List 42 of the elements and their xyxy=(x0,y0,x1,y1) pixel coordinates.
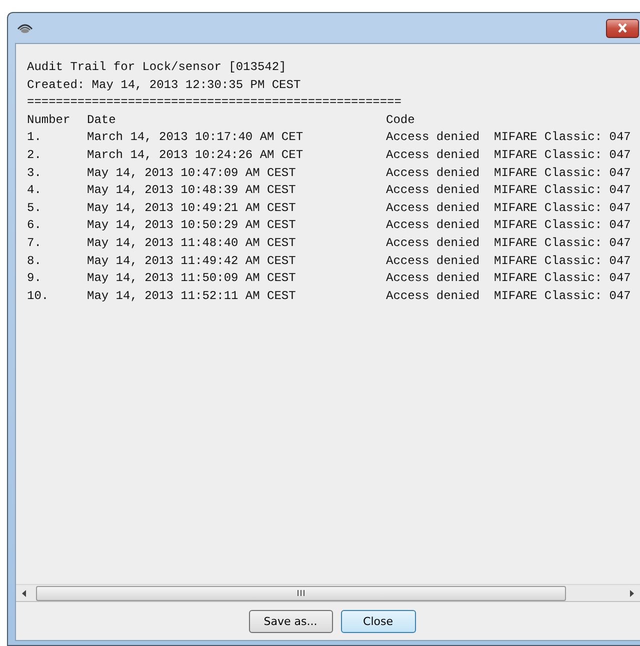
row-number: 10. xyxy=(27,288,50,305)
row-number: 6. xyxy=(27,217,42,234)
separator-line: ==================================================== xyxy=(27,94,402,112)
row-number: 5. xyxy=(27,200,42,217)
close-dialog-button[interactable]: Close xyxy=(340,610,416,632)
row-date: May 14, 2013 11:50:09 AM CEST xyxy=(87,270,297,288)
row-date: May 14, 2013 10:50:29 AM CEST xyxy=(87,217,297,234)
row-number: 7. xyxy=(27,234,42,252)
horizontal-scrollbar[interactable] xyxy=(16,584,640,602)
row-date: May 14, 2013 11:48:40 AM CEST xyxy=(87,234,297,252)
row-date: May 14, 2013 11:49:42 AM CEST xyxy=(87,252,297,270)
column-header: Date xyxy=(87,112,117,129)
column-header: Number xyxy=(27,112,72,129)
row-number: 3. xyxy=(27,164,42,182)
row-number: 4. xyxy=(27,182,42,200)
row-code: Access denied MIFARE Classic: 047 xyxy=(386,252,631,270)
row-code: Access denied MIFARE Classic: 047 xyxy=(386,200,631,217)
scrollbar-thumb[interactable] xyxy=(36,586,566,600)
row-code: Access denied MIFARE Classic: 047 xyxy=(386,129,631,146)
save-as-button[interactable]: Save as... xyxy=(248,610,332,632)
row-number: 1. xyxy=(27,129,42,146)
row-number: 9. xyxy=(27,270,42,288)
row-code: Access denied MIFARE Classic: 047 xyxy=(386,270,631,288)
row-date: May 14, 2013 10:49:21 AM CEST xyxy=(87,200,297,217)
row-date: March 14, 2013 10:24:26 AM CET xyxy=(87,146,304,164)
close-button[interactable] xyxy=(606,18,639,38)
close-icon[interactable] xyxy=(617,23,628,33)
row-code: Access denied MIFARE Classic: 047 xyxy=(386,234,631,252)
column-header: Code xyxy=(386,112,415,129)
row-number: 2. xyxy=(27,146,42,164)
report-title: Audit Trail for Lock/sensor [013542] xyxy=(27,59,288,76)
row-date: May 14, 2013 10:48:39 AM CEST xyxy=(87,182,297,200)
row-date: March 14, 2013 10:17:40 AM CET xyxy=(87,129,304,146)
row-number: 8. xyxy=(27,252,42,270)
row-code: Access denied MIFARE Classic: 047 xyxy=(386,146,631,164)
row-code: Access denied MIFARE Classic: 047 xyxy=(386,182,631,200)
row-date: May 14, 2013 11:52:11 AM CEST xyxy=(87,288,297,305)
row-code: Access denied MIFARE Classic: 047 xyxy=(386,217,631,234)
row-code: Access denied MIFARE Classic: 047 xyxy=(386,288,631,305)
created-date: Created: May 14, 2013 12:30:35 PM CEST xyxy=(27,76,302,94)
row-code: Access denied MIFARE Classic: 047 xyxy=(386,164,631,182)
row-date: May 14, 2013 10:47:09 AM CEST xyxy=(87,164,297,182)
